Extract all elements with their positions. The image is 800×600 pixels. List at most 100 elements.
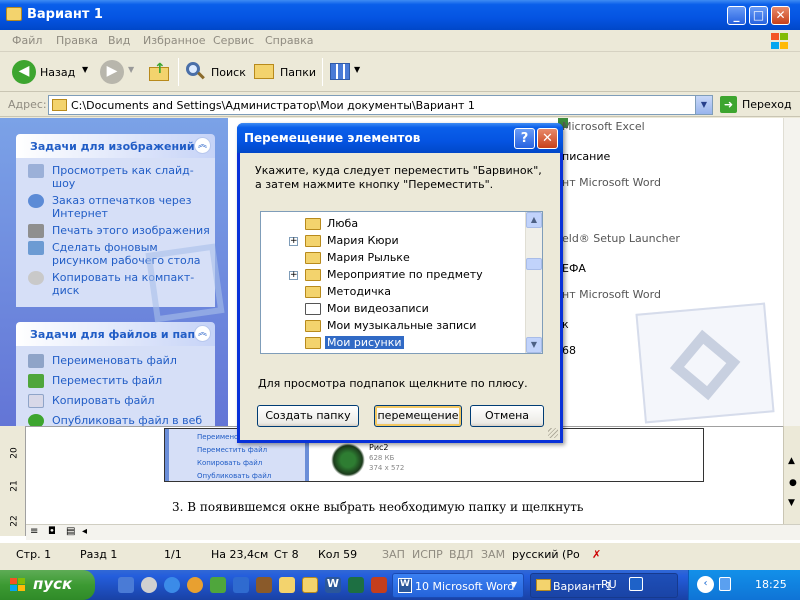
tree-item-label: Мои рисунки: [325, 336, 404, 349]
maximize-button[interactable]: □: [749, 6, 768, 25]
back-button[interactable]: ◀ Назад ▼: [10, 59, 98, 85]
word-icon: W: [398, 578, 412, 593]
embedded-file-size: 628 КБ: [369, 454, 395, 462]
tree-item[interactable]: Люба: [261, 216, 526, 233]
scroll-down-icon[interactable]: ▼: [526, 337, 542, 353]
task-slideshow[interactable]: Просмотреть как слайд-шоу: [16, 164, 215, 190]
file-list-scrollbar[interactable]: [783, 118, 800, 426]
taskbar-word-button[interactable]: W 10 Microsoft Word ▼: [392, 573, 524, 598]
taskbar-button-label: 10 Microsoft Word: [415, 580, 515, 593]
status-mode-ovr[interactable]: ЗАМ: [481, 548, 505, 561]
dialog-close-button[interactable]: ✕: [537, 128, 558, 149]
print-view-icon[interactable]: ▤: [66, 526, 75, 537]
folder-quicklaunch-icon[interactable]: [302, 577, 318, 593]
forward-button[interactable]: ▶ ▼: [100, 59, 140, 85]
task-move[interactable]: Переместить файл: [16, 374, 215, 388]
network-icon[interactable]: [629, 577, 643, 591]
task-label: Копировать файл: [52, 394, 155, 407]
task-order-prints[interactable]: Заказ отпечатков через Интернет: [16, 194, 215, 220]
go-button[interactable]: ➜ Переход: [718, 95, 796, 115]
address-input[interactable]: C:\Documents and Settings\Администратор\…: [48, 95, 713, 115]
prev-page-icon[interactable]: ▲: [788, 456, 795, 466]
task-print[interactable]: Печать этого изображения: [16, 224, 215, 238]
tree-item[interactable]: + Мероприятие по предмету: [261, 267, 526, 284]
tree-item[interactable]: Мои музыкальные записи: [261, 318, 526, 335]
close-button[interactable]: ✕: [771, 6, 790, 25]
tree-scrollbar[interactable]: ▲ ▼: [525, 212, 542, 353]
menu-favorites[interactable]: Избранное: [143, 34, 205, 47]
document-hscroll[interactable]: ≡ ◘ ▤ ◂: [26, 524, 800, 540]
search-button[interactable]: Поиск: [184, 59, 246, 85]
chevron-down-icon[interactable]: ▼: [82, 65, 88, 74]
word-quicklaunch-icon[interactable]: W: [325, 577, 341, 593]
media-quicklaunch-icon[interactable]: [141, 577, 157, 593]
player-quicklaunch-icon[interactable]: [187, 577, 203, 593]
tree-item[interactable]: Методичка: [261, 284, 526, 301]
tree-item-selected[interactable]: Мои рисунки: [261, 335, 526, 352]
folders-button[interactable]: Папки: [252, 59, 318, 85]
status-bar: Стр. 1 Разд 1 1/1 На 23,4см Ст 8 Кол 59 …: [0, 542, 800, 564]
tree-item-label: Мои видеозаписи: [327, 302, 429, 315]
folder-tree[interactable]: Люба + Мария Кюри Мария Рыльке + Меропри…: [260, 211, 543, 354]
create-folder-button[interactable]: Создать папку: [257, 405, 359, 427]
views-button[interactable]: ▼: [330, 61, 364, 83]
dialog-titlebar: Перемещение элементов ? ✕: [237, 123, 563, 153]
normal-view-icon[interactable]: ≡: [30, 526, 38, 537]
ie-quicklaunch-icon[interactable]: [164, 577, 180, 593]
app-quicklaunch-icon[interactable]: [279, 577, 295, 593]
up-folder-button[interactable]: ↑: [148, 61, 172, 85]
status-mode-ext[interactable]: ВДЛ: [449, 548, 473, 561]
move-button[interactable]: перемещение: [374, 405, 462, 427]
language-indicator[interactable]: RU: [601, 578, 617, 591]
task-copy[interactable]: Копировать файл: [16, 394, 215, 408]
file-tasks-header[interactable]: Задачи для файлов и папок ︽: [16, 322, 215, 346]
collapse-icon[interactable]: ︽: [194, 137, 211, 154]
desktop-quicklaunch-icon[interactable]: [118, 577, 134, 593]
document-vscroll[interactable]: ▲ ● ▼: [783, 426, 800, 524]
next-page-icon[interactable]: ▼: [788, 498, 795, 508]
menu-tools[interactable]: Сервис: [213, 34, 254, 47]
spelling-icon[interactable]: ✗: [592, 548, 601, 561]
help-button[interactable]: ?: [514, 128, 535, 149]
system-tray: RU ‹ 18:25: [601, 570, 800, 600]
status-mode-rec[interactable]: ЗАП: [382, 548, 405, 561]
task-publish[interactable]: Опубликовать файл в веб: [16, 414, 215, 426]
menu-help[interactable]: Справка: [265, 34, 313, 47]
status-section: Разд 1: [80, 548, 118, 561]
menu-file[interactable]: Файл: [12, 34, 42, 47]
volume-icon[interactable]: [719, 577, 731, 591]
tree-item[interactable]: Мои видеозаписи: [261, 301, 526, 318]
cancel-button[interactable]: Отмена: [470, 405, 544, 427]
expand-plus-icon[interactable]: +: [289, 237, 298, 246]
clock[interactable]: 18:25: [755, 578, 787, 591]
menu-edit[interactable]: Правка: [56, 34, 98, 47]
app-quicklaunch-icon[interactable]: [256, 577, 272, 593]
status-mode-track[interactable]: ИСПР: [412, 548, 443, 561]
web-view-icon[interactable]: ◘: [48, 526, 56, 537]
minimize-button[interactable]: _: [727, 6, 746, 25]
excel-quicklaunch-icon[interactable]: [348, 577, 364, 593]
chevron-down-icon[interactable]: ▼: [128, 65, 134, 74]
tree-item[interactable]: + Мария Кюри: [261, 233, 526, 250]
app-quicklaunch-icon[interactable]: [233, 577, 249, 593]
scroll-thumb[interactable]: [526, 258, 542, 270]
collapse-icon[interactable]: ︽: [194, 325, 211, 342]
dialog-message: Укажите, куда следует переместить "Барви…: [255, 164, 542, 191]
resize-grip[interactable]: [548, 428, 558, 438]
scroll-up-icon[interactable]: ▲: [526, 212, 542, 228]
browse-object-icon[interactable]: ●: [789, 478, 797, 488]
address-dropdown-button[interactable]: ▼: [695, 96, 712, 114]
start-button[interactable]: пуск: [0, 570, 95, 600]
tree-item[interactable]: Мария Рыльке: [261, 250, 526, 267]
outline-view-icon[interactable]: ◂: [82, 526, 87, 537]
image-tasks-header[interactable]: Задачи для изображений ︽: [16, 134, 215, 158]
image-thumbnail[interactable]: [635, 302, 775, 424]
menu-view[interactable]: Вид: [108, 34, 130, 47]
app-quicklaunch-icon[interactable]: [210, 577, 226, 593]
task-rename[interactable]: Переименовать файл: [16, 354, 215, 368]
expand-plus-icon[interactable]: +: [289, 271, 298, 280]
show-hidden-icons-icon[interactable]: ‹: [697, 576, 714, 593]
move-icon: [28, 374, 44, 388]
ruler-mark: 21: [9, 480, 20, 492]
powerpoint-quicklaunch-icon[interactable]: [371, 577, 387, 593]
